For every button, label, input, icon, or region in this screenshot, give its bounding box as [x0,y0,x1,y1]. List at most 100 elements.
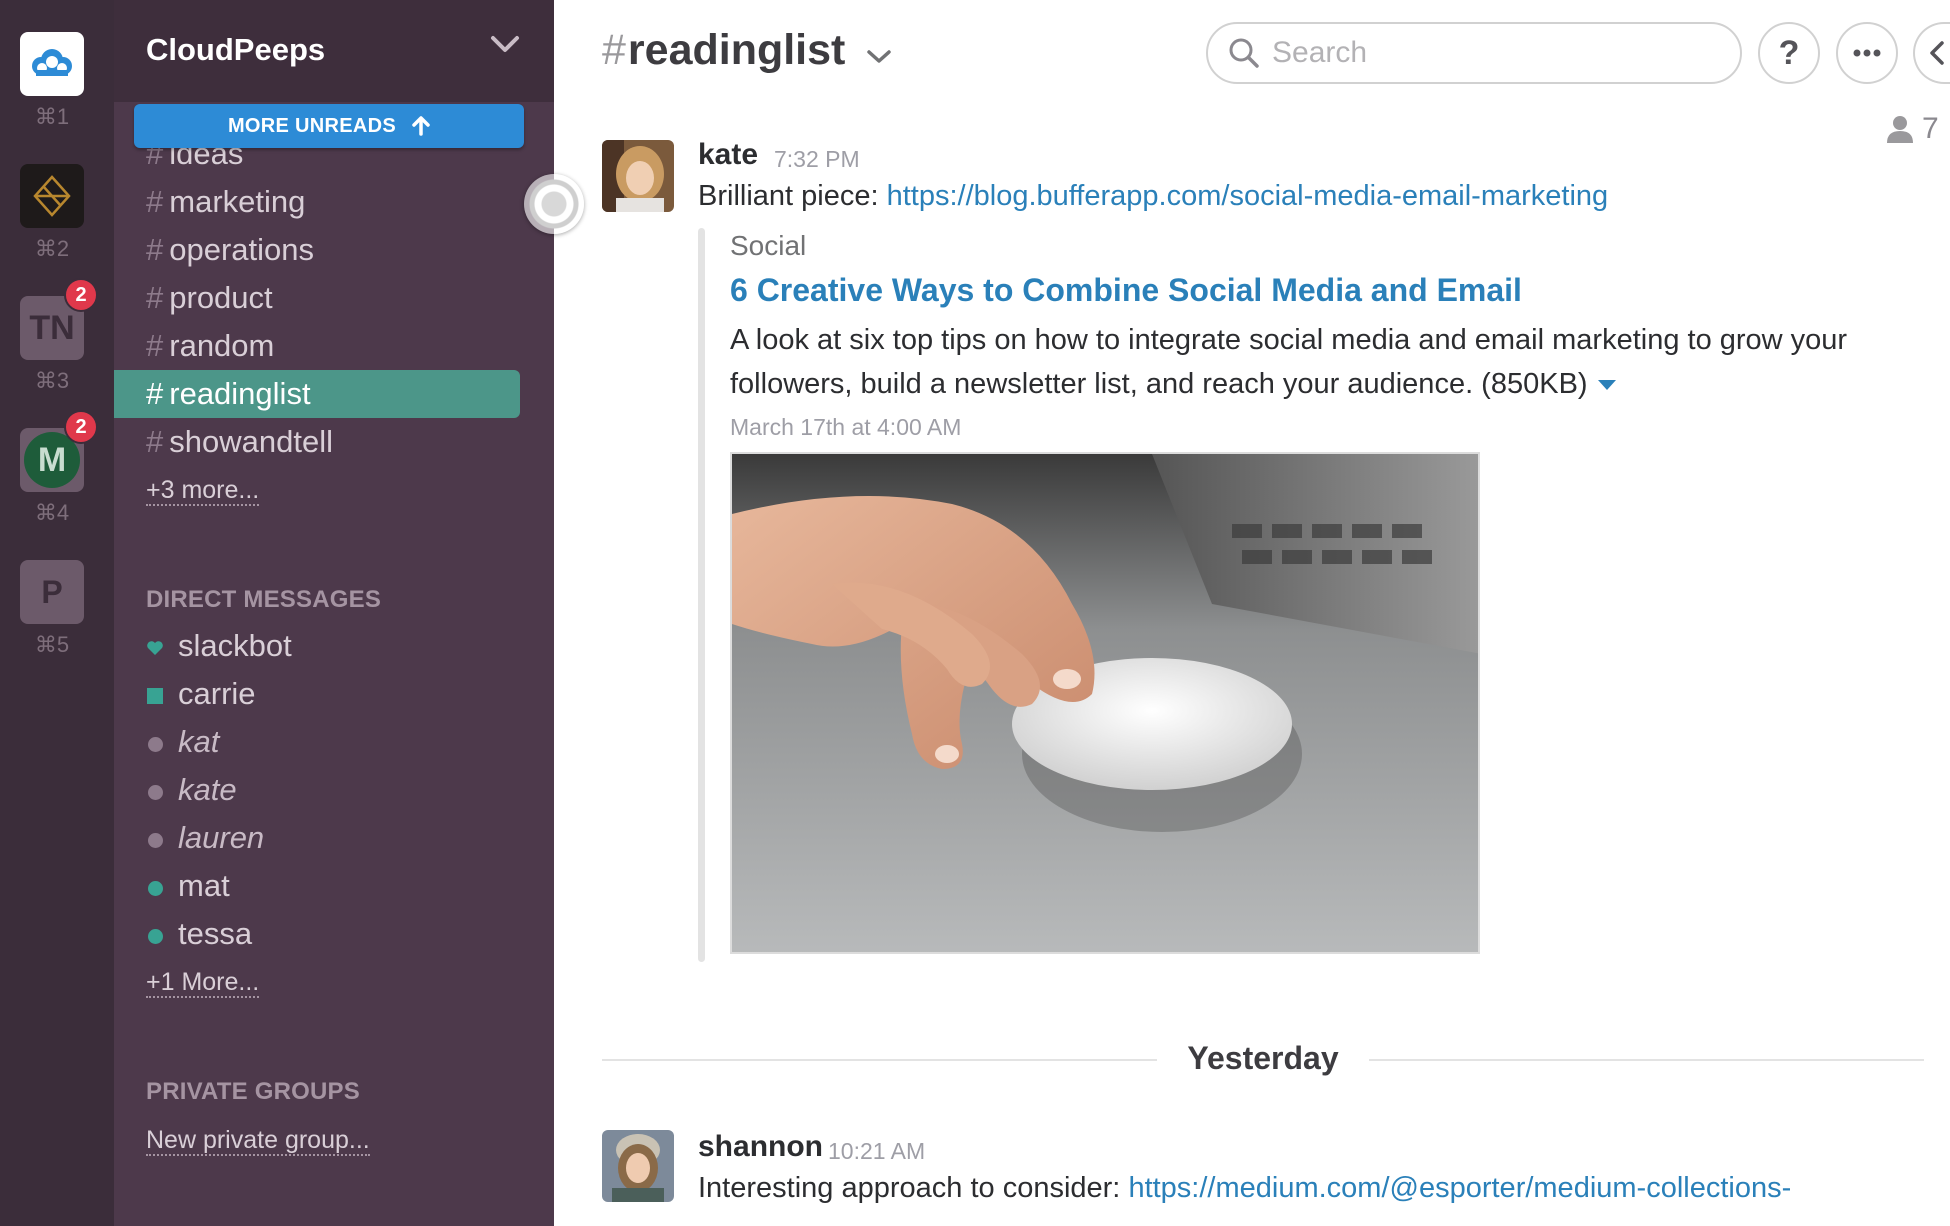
team-menu[interactable]: CloudPeeps [114,0,554,102]
team-shortcut: ⌘3 [34,368,70,393]
search-box[interactable] [1206,22,1742,84]
channel-sidebar: CloudPeeps MORE UNREADS # ideas # marketin… [114,0,554,1226]
scroll-handle[interactable] [524,174,584,234]
presence-online-icon [146,916,164,952]
dm-name: lauren [178,820,265,855]
more-dms-link[interactable]: +1 More... [146,968,260,998]
channel-title-label: readinglist [627,26,846,74]
day-divider-label: Yesterday [602,1040,1924,1077]
avatar-kate-image [602,140,674,212]
member-icon [1887,116,1913,143]
dm-name: slackbot [178,628,292,663]
presence-square-icon [146,676,164,712]
channel-label: operations [169,232,315,267]
toggle-flexpane-button[interactable] [1913,22,1950,84]
search-icon [1229,38,1259,68]
member-count: 7 [1922,112,1939,145]
dm-kat[interactable]: kat [114,718,520,766]
team-shortcut: ⌘4 [34,500,70,525]
avatar[interactable] [602,140,674,212]
presence-away-icon [146,820,164,856]
more-unreads-label: MORE UNREADS [227,114,397,137]
message-link[interactable]: https://blog.bufferapp.com/social-media-… [887,180,1609,212]
channel-label: readinglist [169,376,311,411]
dm-kate[interactable]: kate [114,766,520,814]
team-name[interactable]: CloudPeeps [146,32,325,68]
attachment-title-link[interactable]: 6 Creative Ways to Combine Social Media … [730,272,1522,309]
attachment-date: March 17th at 4:00 AM [730,414,962,440]
attachment-description-text: A look at six top tips on how to integra… [730,324,1848,400]
channel-operations[interactable]: # operations [114,226,520,274]
heart-icon [146,628,164,664]
unread-badge: 2 [64,278,98,312]
channel-label: showandtell [169,424,333,459]
presence-away-icon [146,724,164,760]
help-button[interactable]: ? [1758,22,1820,84]
message-prefix: Interesting approach to consider: [698,1172,1129,1204]
unread-badge: 2 [64,410,98,444]
day-divider: Yesterday [602,1040,1924,1080]
dm-name: tessa [178,916,253,951]
avatar[interactable] [602,1130,674,1202]
channel-title[interactable]: #readinglist [602,26,845,75]
team-2-icon[interactable] [20,164,84,228]
dm-slackbot[interactable]: slackbot [114,622,520,670]
channel-showandtell[interactable]: # showandtell [114,418,520,466]
avatar-shannon-image [602,1130,674,1202]
channel-random[interactable]: # random [114,322,520,370]
chevron-down-icon[interactable] [490,34,520,56]
channel-label: random [169,328,275,363]
channel-hash: # [602,26,626,74]
message-timestamp[interactable]: 10:21 AM [828,1138,925,1165]
member-count-button[interactable]: 7 [1886,112,1939,146]
message-link[interactable]: https://medium.com/@esporter/medium-coll… [1128,1172,1791,1204]
chevron-down-icon[interactable] [866,48,892,66]
dm-name: carrie [178,676,256,711]
dm-name: mat [178,868,230,903]
attachment-border [698,228,705,962]
presence-away-icon [146,772,164,808]
channel-label: product [169,280,273,315]
direct-messages-header[interactable]: DIRECT MESSAGES [146,586,381,614]
more-channels-link[interactable]: +3 more... [146,476,260,506]
team-switcher: ⌘1 ⌘2 TN 2 ⌘3 M 2 ⌘4 P ⌘5 [0,0,114,1226]
attachment-service-name: Social [730,230,807,261]
new-private-group-link[interactable]: New private group... [146,1126,370,1156]
message-timestamp[interactable]: 7:32 PM [774,146,860,173]
dm-tessa[interactable]: tessa [114,910,520,958]
caret-down-icon[interactable] [1597,380,1616,391]
channel-label: marketing [169,184,306,219]
team-shortcut: ⌘2 [34,236,70,261]
channel-marketing[interactable]: # marketing [114,178,520,226]
message-body: Brilliant piece: https://blog.bufferapp.… [698,180,1608,213]
arrow-up-icon [412,116,430,136]
team-p-icon[interactable]: P [20,560,84,624]
presence-online-icon [146,868,164,904]
search-input[interactable] [1272,36,1732,70]
chevron-left-icon [1930,41,1944,65]
message-pane: #readinglist ? 7 [554,0,1950,1226]
dm-name: kate [178,772,237,807]
attachment-description: A look at six top tips on how to integra… [730,318,1900,406]
message-prefix: Brilliant piece: [698,180,887,212]
dm-carrie[interactable]: carrie [114,670,520,718]
channel-readinglist[interactable]: # readinglist [114,370,520,418]
cloud-logo-icon [32,49,72,76]
attachment-image[interactable] [730,452,1480,954]
message-sender[interactable]: shannon [698,1130,823,1164]
channel-product[interactable]: # product [114,274,520,322]
more-unreads-button[interactable]: MORE UNREADS [134,104,524,148]
team-cloudpeeps-icon[interactable] [20,32,84,96]
dm-lauren[interactable]: lauren [114,814,520,862]
ellipsis-icon [1853,49,1881,57]
team-shortcut: ⌘5 [34,632,70,657]
more-actions-button[interactable] [1836,22,1898,84]
private-groups-header[interactable]: PRIVATE GROUPS [146,1078,360,1106]
team-shortcut: ⌘1 [34,104,70,129]
message-sender[interactable]: kate [698,138,758,172]
day-label-text: Yesterday [1157,1040,1369,1076]
geometric-logo-icon [33,175,71,217]
dm-name: kat [178,724,220,759]
dm-mat[interactable]: mat [114,862,520,910]
message-body: Interesting approach to consider: https:… [698,1172,1791,1205]
